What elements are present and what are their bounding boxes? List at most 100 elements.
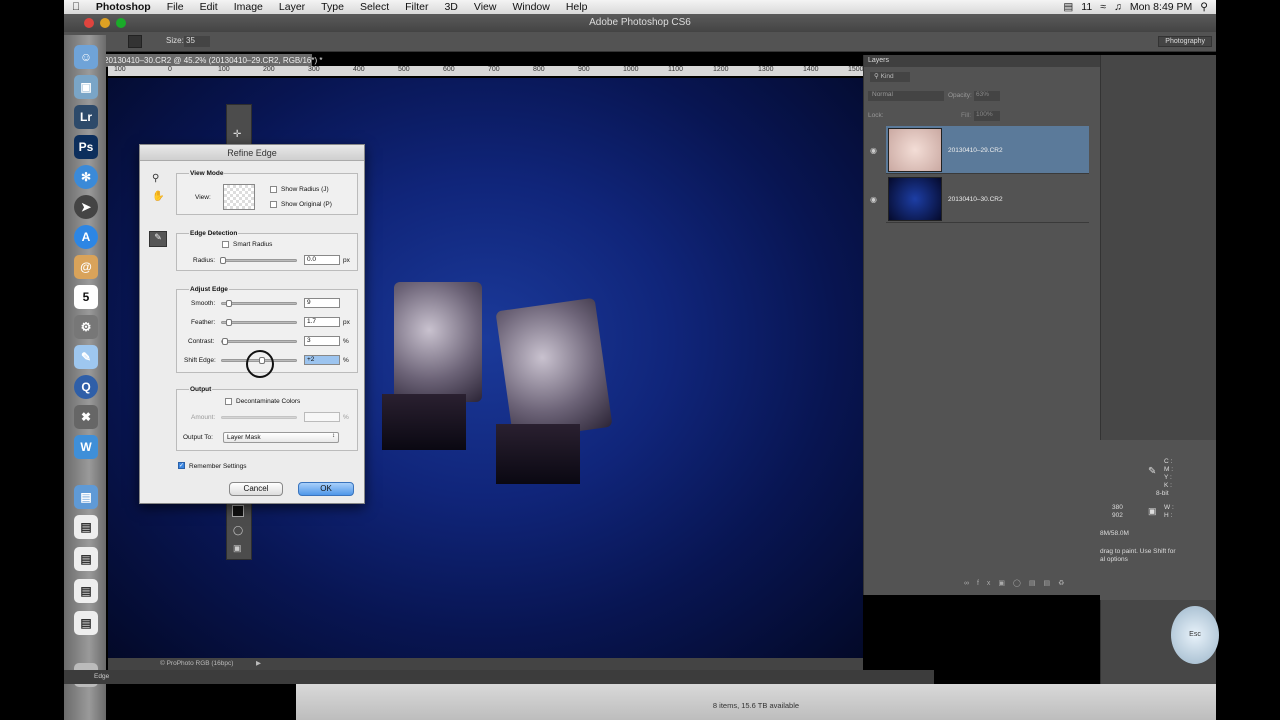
layer-row[interactable]: ◉ 20130410–30.CR2 [870, 175, 1089, 223]
apple-menu-icon[interactable]:  [64, 1, 88, 13]
smooth-input[interactable]: 9 [304, 298, 340, 308]
ok-button[interactable]: OK [298, 482, 354, 496]
opacity-input[interactable]: 63% [974, 91, 1000, 101]
decontaminate-colors-checkbox[interactable] [225, 398, 232, 405]
cancel-button[interactable]: Cancel [229, 482, 283, 496]
document-stack-icon[interactable]: ▤ [74, 547, 98, 571]
ring-shadow-right [496, 424, 580, 484]
size-input[interactable]: 35 [184, 36, 210, 47]
remember-settings-checkbox[interactable]: ✓ [178, 462, 185, 469]
contrast-label: Contrast: [188, 338, 215, 345]
utilities-icon[interactable]: ✖ [74, 405, 98, 429]
app-icon-w[interactable]: W [74, 435, 98, 459]
app-menu[interactable]: Photoshop [88, 1, 159, 13]
amount-input[interactable] [304, 412, 340, 422]
window-title: Adobe Photoshop CS6 [589, 17, 691, 28]
adjust-edge-title: Adjust Edge [189, 286, 229, 293]
smooth-slider[interactable] [221, 300, 297, 307]
folder-icon[interactable]: ▤ [74, 485, 98, 509]
show-original-checkbox[interactable] [270, 201, 277, 208]
menu-type[interactable]: Type [313, 1, 352, 13]
menu-file[interactable]: File [159, 1, 192, 13]
show-radius-label: Show Radius (J) [281, 186, 329, 193]
document-icon[interactable]: ▤ [74, 515, 98, 539]
tool-preset-icon[interactable] [128, 35, 142, 48]
feather-slider[interactable] [221, 319, 297, 326]
menu-filter[interactable]: Filter [397, 1, 436, 13]
photoshop-icon[interactable]: Ps [74, 135, 98, 159]
escape-key-widget[interactable]: Esc [1171, 606, 1219, 664]
menu-image[interactable]: Image [226, 1, 271, 13]
contrast-slider[interactable] [221, 338, 297, 345]
close-window-icon[interactable] [84, 18, 94, 28]
zoom-window-icon[interactable] [116, 18, 126, 28]
amount-slider[interactable] [221, 416, 297, 419]
downloads-stack-icon[interactable]: ▤ [74, 579, 98, 603]
smart-radius-checkbox[interactable] [222, 241, 229, 248]
blend-mode-select[interactable]: Normal [868, 91, 944, 101]
doc-size: 8M/58.0M [1100, 530, 1129, 537]
layers-panel-title[interactable]: Layers [864, 55, 1100, 67]
app-store-icon[interactable]: A [74, 225, 98, 249]
menu-edit[interactable]: Edit [192, 1, 226, 13]
selection-size-icon: ▣ [1148, 506, 1157, 516]
preview-icon[interactable]: ▣ [74, 75, 98, 99]
layer-row[interactable]: ◉ 20130410–29.CR2 [870, 126, 1089, 174]
radius-slider[interactable] [220, 257, 297, 264]
contrast-input[interactable]: 3 [304, 336, 340, 346]
color-profile[interactable]: © ProPhoto RGB (16bpc) [160, 658, 233, 670]
radius-slider-knob[interactable] [220, 257, 226, 264]
layer-name[interactable]: 20130410–30.CR2 [948, 196, 1003, 203]
menu-3d[interactable]: 3D [436, 1, 465, 13]
system-preferences-icon[interactable]: ⚙ [74, 315, 98, 339]
view-mode-thumbnail[interactable] [223, 184, 255, 210]
smooth-slider-knob[interactable] [226, 300, 232, 307]
output-title: Output [189, 386, 213, 393]
quicktime-icon[interactable]: Q [74, 375, 98, 399]
launchpad-icon[interactable]: ➤ [74, 195, 98, 219]
screen-mode-icon[interactable]: ▣ [233, 543, 242, 554]
clock[interactable]: Mon 8:49 PM [1130, 1, 1192, 13]
minimize-window-icon[interactable] [100, 18, 110, 28]
safari-icon[interactable]: ✻ [74, 165, 98, 189]
status-menu-arrow-icon[interactable]: ▶ [256, 658, 261, 670]
finder-icon[interactable]: ☺ [74, 45, 98, 69]
quick-mask-icon[interactable]: ◯ [233, 525, 243, 536]
opacity-label: Opacity: [948, 92, 972, 99]
wifi-icon[interactable]: ≈ [1100, 1, 1106, 13]
refine-radius-tool-icon[interactable]: ✎ [149, 231, 167, 247]
menu-help[interactable]: Help [558, 1, 596, 13]
menu-window[interactable]: Window [504, 1, 557, 13]
menu-layer[interactable]: Layer [271, 1, 313, 13]
fill-input[interactable]: 100% [974, 111, 1000, 121]
zoom-tool-icon[interactable]: ⚲ [152, 173, 159, 184]
output-to-select[interactable]: Layer Mask [223, 432, 339, 443]
layer-actions-bar[interactable]: ∞fx▣◯▤▤♻ [964, 579, 1072, 587]
preview-app-icon[interactable]: ✎ [74, 345, 98, 369]
contacts-icon[interactable]: @ [74, 255, 98, 279]
wh-readout: W : H : [1164, 504, 1174, 520]
radius-input[interactable]: 0.0 [304, 255, 340, 265]
menu-select[interactable]: Select [352, 1, 397, 13]
feather-input[interactable]: 1.7 [304, 317, 340, 327]
volume-icon[interactable]: ♫ [1114, 1, 1122, 13]
kind-filter-select[interactable]: ⚲ Kind [870, 72, 910, 82]
shift-edge-input[interactable]: +2 [304, 355, 340, 365]
layer-name[interactable]: 20130410–29.CR2 [948, 147, 1003, 154]
spotlight-search-icon[interactable]: ⚲ [1200, 1, 1208, 13]
feather-slider-knob[interactable] [226, 319, 232, 326]
hand-tool-icon[interactable]: ✋ [152, 191, 164, 202]
documents-stack-icon[interactable]: ▤ [74, 611, 98, 635]
foreground-color-swatch[interactable] [232, 505, 244, 517]
show-radius-checkbox[interactable] [270, 186, 277, 193]
visibility-eye-icon[interactable]: ◉ [870, 146, 877, 155]
visibility-eye-icon[interactable]: ◉ [870, 195, 877, 204]
lightroom-icon[interactable]: Lr [74, 105, 98, 129]
move-tool-icon[interactable]: ✛ [233, 129, 241, 140]
menu-view[interactable]: View [466, 1, 505, 13]
adobe-status-icon[interactable]: ▤ [1063, 1, 1073, 13]
contrast-slider-knob[interactable] [222, 338, 228, 345]
workspace-switcher[interactable]: Photography [1158, 36, 1212, 47]
calendar-icon[interactable]: 5 [74, 285, 98, 309]
dialog-title: Refine Edge [140, 145, 364, 161]
